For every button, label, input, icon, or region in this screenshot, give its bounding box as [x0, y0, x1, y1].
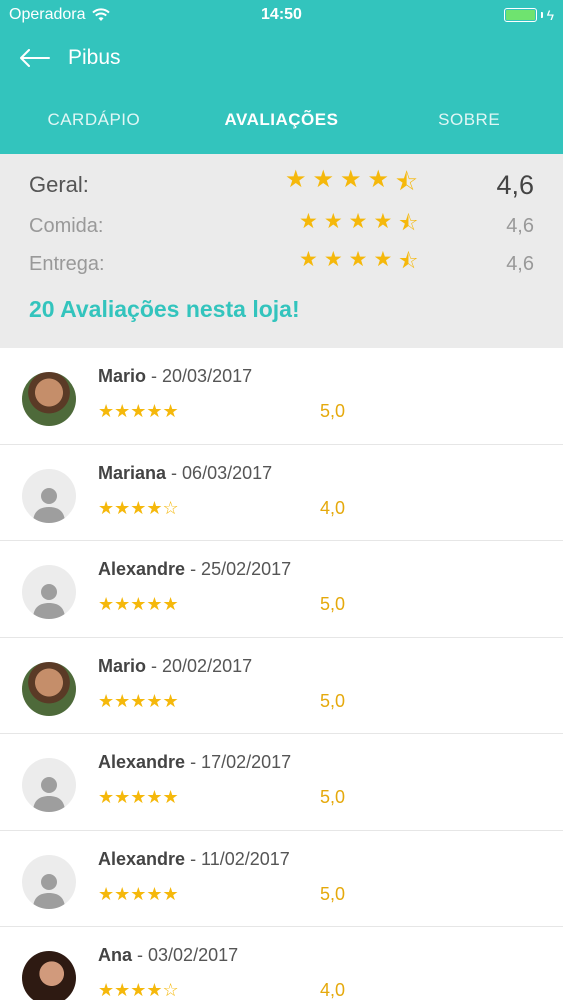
avatar [22, 758, 76, 812]
user-placeholder-icon [33, 584, 65, 619]
review-date: - 20/02/2017 [151, 655, 253, 676]
review-date: - 03/02/2017 [137, 945, 239, 965]
star-icon: ★ [348, 247, 368, 271]
delivery-rating-row: Entrega: ★ ★ ★ ★ ⯪ 4,6 [29, 248, 534, 280]
review-score: 4,0 [320, 980, 346, 1000]
avatar [22, 372, 76, 426]
wifi-icon [91, 8, 110, 21]
star-icon: ★ [299, 247, 318, 271]
status-bar: Operadora 14:50 ϟ [0, 0, 563, 30]
reviewer-name: Ana [98, 945, 133, 965]
avatar [22, 661, 76, 716]
star-icon: ★ [367, 165, 390, 193]
review-item[interactable]: Mario - 20/03/2017 ★★★★★ 5,0 [0, 348, 563, 445]
app-header: Operadora 14:50 ϟ Pibus CARDÁPIO AVALIAÇ… [0, 0, 563, 154]
half-star-icon: ⯪ [398, 211, 419, 235]
food-value: 4,6 [506, 214, 534, 237]
review-item[interactable]: Alexandre - 11/02/2017 ★★★★★ 5,0 [0, 830, 563, 927]
avatar [22, 565, 76, 619]
star-icon: ★ [348, 209, 368, 233]
overall-stars: ★ ★ ★ ★ ⯪ [285, 165, 418, 206]
review-stars: ★★★★☆ [98, 497, 179, 518]
avatar [22, 951, 76, 1000]
reviewer-name: Alexandre [98, 752, 186, 772]
review-date: - 25/02/2017 [190, 559, 292, 579]
review-score: 4,0 [320, 497, 346, 518]
review-date: - 17/02/2017 [190, 752, 292, 772]
reviewer-name: Mario [98, 366, 147, 386]
battery-icon [503, 8, 537, 22]
food-rating-row: Comida: ★ ★ ★ ★ ⯪ 4,6 [29, 210, 534, 242]
reviewer-name: Mariana [98, 462, 167, 483]
star-icon: ★ [323, 247, 343, 271]
half-star-icon: ⯪ [398, 249, 419, 273]
star-icon: ★ [285, 165, 307, 193]
delivery-stars: ★ ★ ★ ★ ⯪ [299, 247, 418, 282]
overall-label: Geral: [29, 172, 89, 197]
reviewer-name: Alexandre [98, 559, 186, 579]
avatar [22, 854, 76, 909]
review-item[interactable]: Ana - 03/02/2017 ★★★★☆ 4,0 [0, 927, 563, 1000]
page-title: Pibus [68, 46, 121, 69]
review-stars: ★★★★★ [98, 401, 179, 421]
review-stars: ★★★★★ [98, 787, 179, 807]
review-stars: ★★★★★ [98, 883, 179, 904]
star-icon: ★ [323, 209, 343, 233]
total-reviews-link[interactable]: 20 Avaliações nesta loja! [29, 296, 300, 323]
star-icon: ★ [299, 209, 318, 233]
star-icon: ★ [373, 247, 393, 271]
review-date: - 20/03/2017 [151, 366, 253, 386]
star-icon: ★ [312, 165, 335, 193]
review-stars: ★★★★☆ [98, 980, 179, 1000]
delivery-value: 4,6 [506, 252, 534, 275]
reviewer-name: Mario [98, 655, 147, 676]
food-stars: ★ ★ ★ ★ ⯪ [299, 209, 418, 244]
half-star-icon: ⯪ [395, 168, 418, 196]
review-date: - 06/03/2017 [171, 462, 273, 483]
rating-summary: Geral: ★ ★ ★ ★ ⯪ 4,6 Comida: ★ ★ ★ ★ ⯪ 4,6 Entre… [0, 154, 563, 348]
review-item[interactable]: Mariana - 06/03/2017 ★★★★☆ 4,0 [0, 444, 563, 541]
star-icon: ★ [340, 165, 362, 193]
review-stars: ★★★★★ [98, 690, 179, 711]
review-score: 5,0 [320, 401, 346, 421]
review-date: - 11/02/2017 [190, 848, 290, 869]
review-item[interactable]: Alexandre - 25/02/2017 ★★★★★ 5,0 [0, 541, 563, 638]
review-score: 5,0 [320, 594, 346, 614]
avatar [22, 468, 76, 523]
delivery-label: Entrega: [29, 252, 105, 275]
review-score: 5,0 [320, 787, 346, 807]
carrier-label: Operadora [9, 6, 86, 23]
review-stars: ★★★★★ [98, 594, 179, 614]
tab-bar: CARDÁPIO AVALIAÇÕES SOBRE [0, 86, 563, 154]
user-placeholder-icon [33, 777, 65, 812]
overall-rating-row: Geral: ★ ★ ★ ★ ⯪ 4,6 [29, 166, 534, 202]
tab-sobre[interactable]: SOBRE [375, 86, 563, 154]
food-label: Comida: [29, 214, 104, 237]
review-item[interactable]: Mario - 20/02/2017 ★★★★★ 5,0 [0, 637, 563, 734]
star-icon: ★ [373, 209, 393, 233]
overall-value: 4,6 [496, 169, 534, 200]
navigation-bar: Pibus [0, 30, 563, 86]
review-list: Mario - 20/03/2017 ★★★★★ 5,0 Mariana - 0… [0, 348, 563, 1000]
review-score: 5,0 [320, 883, 346, 904]
reviewer-name: Alexandre [98, 848, 186, 869]
tab-cardapio[interactable]: CARDÁPIO [0, 86, 188, 154]
review-score: 5,0 [320, 690, 346, 711]
charging-icon: ϟ [546, 7, 554, 23]
tab-avaliacoes[interactable]: AVALIAÇÕES [188, 86, 376, 154]
review-item[interactable]: Alexandre - 17/02/2017 ★★★★★ 5,0 [0, 734, 563, 831]
user-placeholder-icon [33, 873, 65, 909]
back-arrow-icon [20, 49, 50, 67]
user-placeholder-icon [33, 487, 65, 523]
back-button[interactable] [20, 46, 52, 70]
